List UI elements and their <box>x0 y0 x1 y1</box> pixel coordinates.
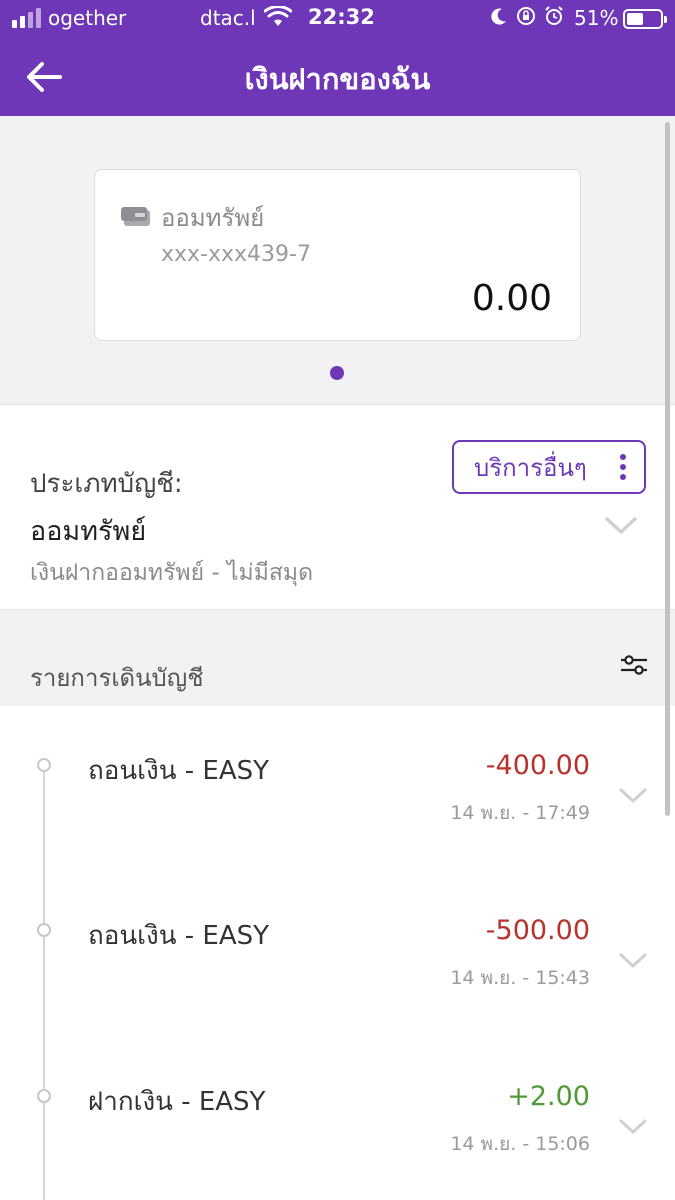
signal-strength-icon <box>12 8 41 28</box>
nav-bar: เงินฝากของฉัน <box>0 38 675 116</box>
statement-title: รายการเดินบัญชี <box>30 664 204 692</box>
moon-icon <box>491 8 506 25</box>
wifi-icon <box>264 6 292 26</box>
account-info-section: ประเภทบัญชี: ออมทรัพย์ เงินฝากออมทรัพย์ … <box>0 404 675 610</box>
timeline-node <box>37 1089 51 1103</box>
card-account-number: xxx-xxx439-7 <box>161 242 311 267</box>
chevron-down-icon[interactable] <box>604 515 638 537</box>
account-name: ออมทรัพย์ <box>30 516 147 547</box>
transaction-date: 14 พ.ย. - 15:06 <box>450 1133 590 1155</box>
transaction-item[interactable]: ฝากเงิน - EASY +2.00 14 พ.ย. - 15:06 <box>0 1045 675 1195</box>
pagination-dot[interactable] <box>330 366 344 380</box>
account-description: เงินฝากออมทรัพย์ - ไม่มีสมุด <box>30 560 314 586</box>
transaction-item[interactable]: ถอนเงิน - EASY -400.00 14 พ.ย. - 17:49 <box>0 714 675 864</box>
transaction-name: ฝากเงิน - EASY <box>88 1087 266 1117</box>
chevron-down-icon[interactable] <box>618 786 648 806</box>
filter-sliders-icon[interactable] <box>619 652 649 678</box>
chevron-down-icon[interactable] <box>618 1117 648 1137</box>
transaction-amount: -500.00 <box>485 915 590 946</box>
scrollbar[interactable] <box>665 122 670 816</box>
alarm-icon <box>545 6 563 25</box>
account-type-label: ประเภทบัญชี: <box>30 469 183 499</box>
transaction-amount: -400.00 <box>485 750 590 781</box>
card-account-type: ออมทรัพย์ <box>161 204 265 232</box>
carrier-name: ogether <box>48 6 127 30</box>
card-balance: 0.00 <box>471 278 552 319</box>
other-services-label: บริการอื่นๆ <box>474 453 587 482</box>
wallet-icon <box>121 207 150 226</box>
status-bar: ogether dtac.l 22:32 51% <box>0 0 675 38</box>
account-card[interactable]: ออมทรัพย์ xxx-xxx439-7 0.00 <box>94 169 581 341</box>
network-name: dtac.l <box>200 6 256 30</box>
transaction-date: 14 พ.ย. - 17:49 <box>450 802 590 824</box>
page-title: เงินฝากของฉัน <box>244 62 431 96</box>
transaction-date: 14 พ.ย. - 15:43 <box>450 967 590 989</box>
battery-icon <box>623 9 667 29</box>
timeline-node <box>37 923 51 937</box>
transaction-amount: +2.00 <box>507 1081 590 1112</box>
status-time: 22:32 <box>308 5 375 29</box>
more-vertical-icon <box>620 454 626 480</box>
other-services-button[interactable]: บริการอื่นๆ <box>452 440 646 494</box>
chevron-down-icon[interactable] <box>618 951 648 971</box>
transaction-name: ถอนเงิน - EASY <box>88 921 269 951</box>
battery-percentage: 51% <box>574 6 619 30</box>
orientation-lock-icon <box>517 7 535 25</box>
transaction-name: ถอนเงิน - EASY <box>88 756 269 786</box>
timeline-node <box>37 758 51 772</box>
transaction-item[interactable]: ถอนเงิน - EASY -500.00 14 พ.ย. - 15:43 <box>0 879 675 1029</box>
